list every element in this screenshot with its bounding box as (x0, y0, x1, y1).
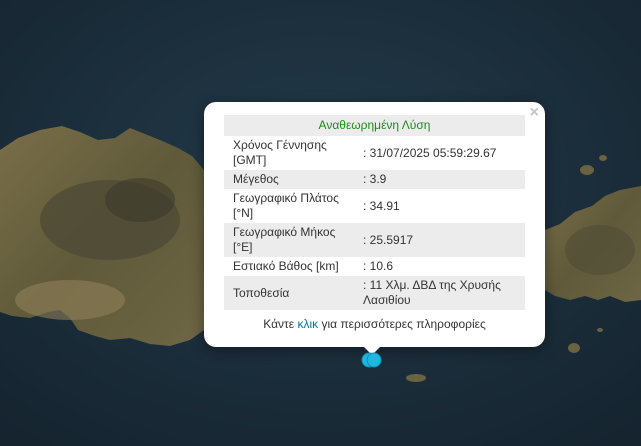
islet (580, 165, 594, 175)
table-row: Εστιακό Βάθος [km] : 10.6 (224, 257, 525, 276)
popup-title: Αναθεωρημένη Λύση (224, 115, 525, 136)
popup-footer: Κάντε κλικ για περισσότερες πληροφορίες (204, 317, 545, 331)
mountain-range (105, 178, 175, 222)
longitude-value: : 25.5917 (359, 223, 525, 257)
magnitude-label: Μέγεθος (224, 170, 359, 189)
islet (568, 343, 580, 353)
table-row: Μέγεθος : 3.9 (224, 170, 525, 189)
table-row: Τοποθεσία : 11 Χλμ. ΔΒΔ της Χρυσής Λασιθ… (224, 276, 525, 310)
table-row: Γεωγραφικό Πλάτος [°N] : 34.91 (224, 189, 525, 223)
plain-area (565, 225, 635, 275)
earthquake-details-table: Αναθεωρημένη Λύση Χρόνος Γέννησης [GMT] … (224, 115, 525, 310)
plain-area (15, 280, 125, 320)
location-value: : 11 Χλμ. ΔΒΔ της Χρυσής Λασιθίου (359, 276, 525, 310)
earthquake-info-popup: × Αναθεωρημένη Λύση Χρόνος Γέννησης [GMT… (204, 102, 545, 347)
earthquake-location-icon[interactable] (361, 350, 383, 370)
location-label: Τοποθεσία (224, 276, 359, 310)
longitude-label: Γεωγραφικό Μήκος [°E] (224, 223, 359, 257)
more-info-link[interactable]: κλικ (297, 317, 318, 331)
islet (599, 155, 607, 161)
footer-prefix: Κάντε (263, 317, 298, 331)
latitude-value: : 34.91 (363, 198, 400, 213)
islet (597, 328, 603, 332)
islet (406, 374, 426, 382)
depth-value: : 10.6 (363, 259, 394, 273)
table-row: Χρόνος Γέννησης [GMT] : 31/07/2025 05:59… (224, 136, 525, 170)
latitude-label: Γεωγραφικό Πλάτος [°N] (233, 191, 339, 220)
origin-time-value: : 31/07/2025 05:59:29.67 (363, 145, 497, 160)
footer-suffix: για περισσότερες πληροφορίες (318, 317, 486, 331)
origin-time-label: Χρόνος Γέννησης [GMT] (233, 138, 327, 167)
magnitude-value: : 3.9 (359, 170, 525, 189)
popup-title-row: Αναθεωρημένη Λύση (224, 115, 525, 136)
table-row: Γεωγραφικό Μήκος [°E] : 25.5917 (224, 223, 525, 257)
close-icon[interactable]: × (530, 105, 539, 121)
depth-label: Εστιακό Βάθος [km] (233, 259, 339, 273)
